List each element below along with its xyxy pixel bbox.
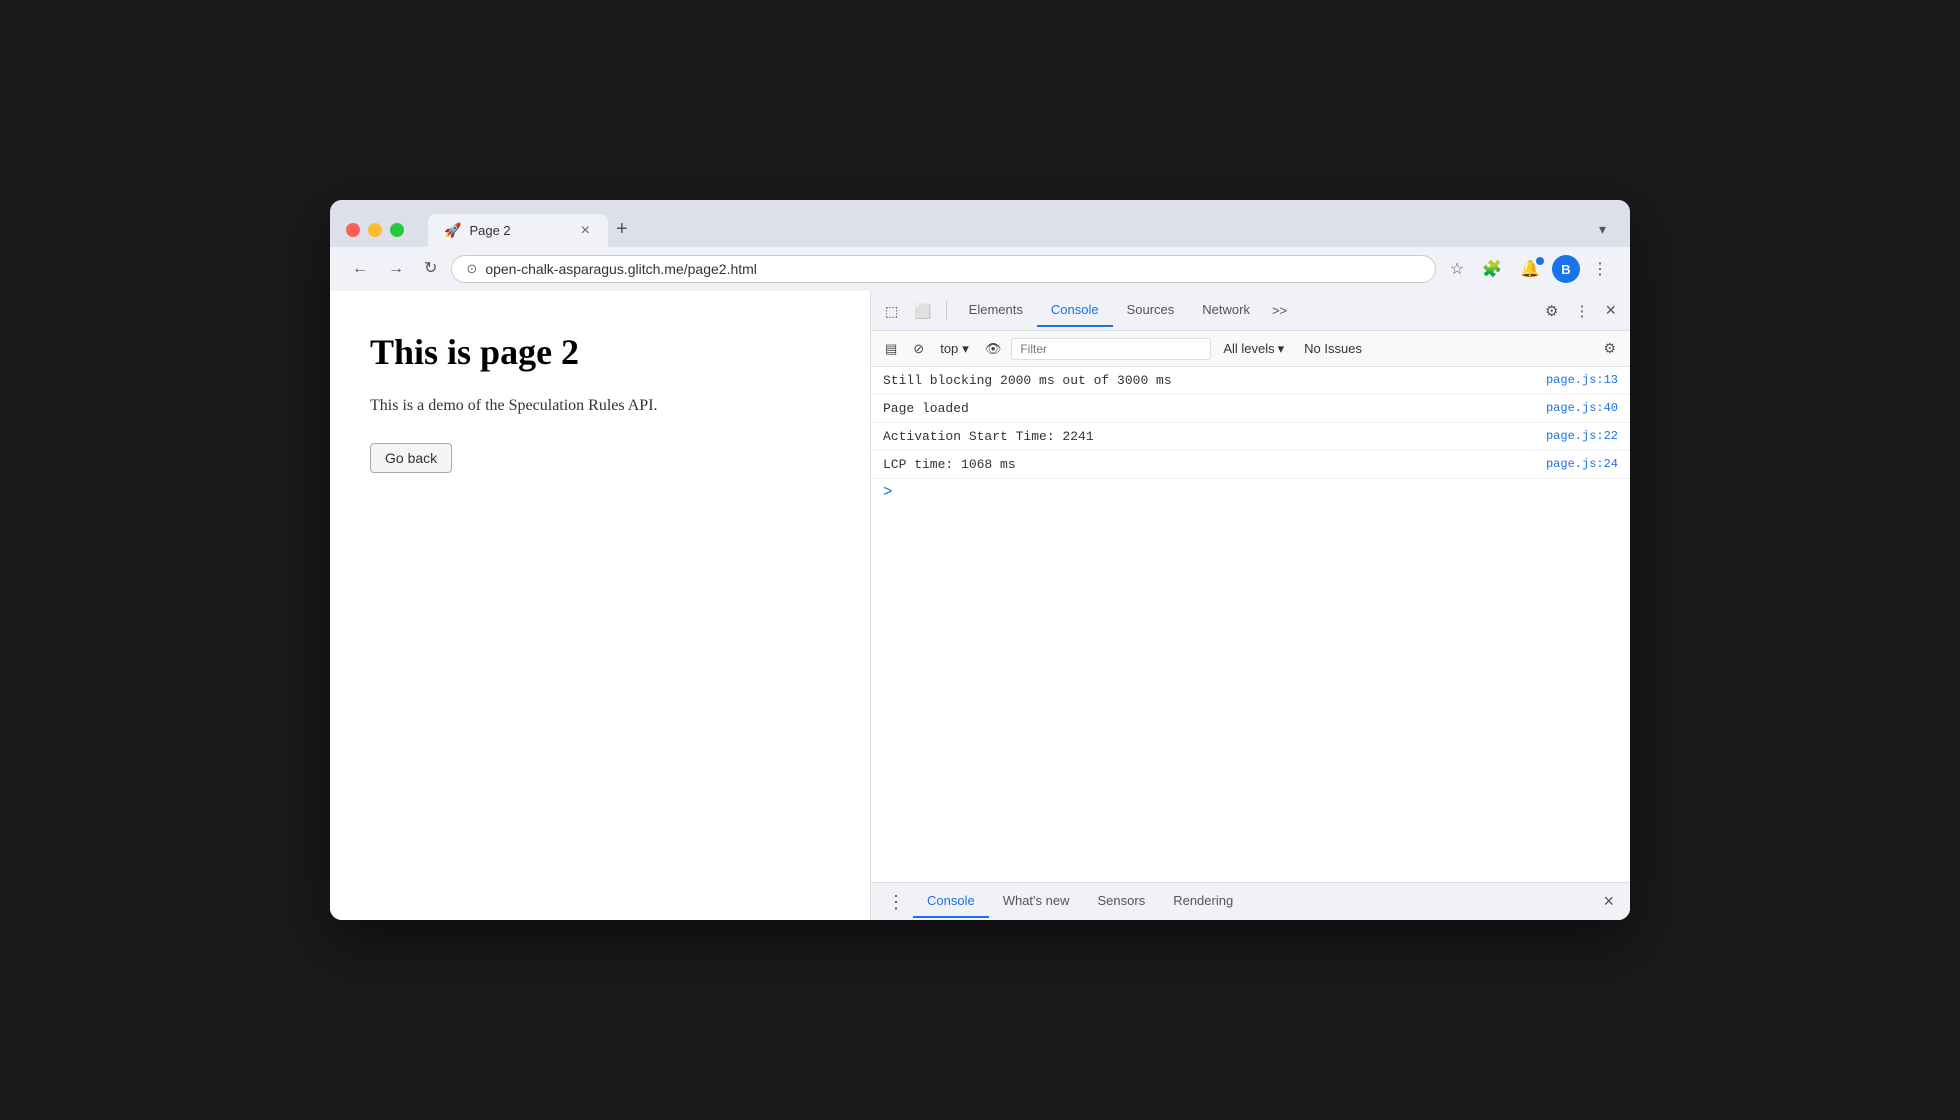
console-entry: LCP time: 1068 ms page.js:24 — [871, 451, 1630, 479]
back-button[interactable]: ← — [346, 257, 374, 281]
console-prompt[interactable]: > — [871, 479, 1630, 505]
bookmark-button[interactable]: ☆ — [1444, 255, 1470, 283]
context-arrow-icon: ▾ — [962, 341, 969, 357]
title-bar: 🚀 Page 2 × + ▾ — [330, 200, 1630, 247]
bottom-menu-button[interactable]: ⋮ — [879, 889, 913, 915]
tab-sources[interactable]: Sources — [1113, 294, 1189, 327]
new-tab-button[interactable]: + — [608, 212, 636, 247]
console-entry-link[interactable]: page.js:24 — [1546, 457, 1618, 471]
devtools-settings-button[interactable]: ⚙ — [1539, 298, 1564, 324]
bottom-tab-whats-new[interactable]: What's new — [989, 885, 1084, 918]
devtools-bottombar: ⋮ Console What's new Sensors Rendering × — [871, 882, 1630, 920]
go-back-button[interactable]: Go back — [370, 443, 452, 473]
address-bar[interactable]: ⊙ — [451, 255, 1435, 283]
minimize-button[interactable] — [368, 223, 382, 237]
device-toggle-button[interactable]: ⬜ — [908, 300, 937, 322]
chrome-menu-button[interactable]: ⋮ — [1586, 255, 1614, 283]
tab-close-button[interactable]: × — [579, 223, 592, 239]
devtools-notification-button[interactable]: 🔔 — [1514, 255, 1546, 283]
active-tab[interactable]: 🚀 Page 2 × — [428, 214, 608, 247]
sidebar-toggle-button[interactable]: ▤ — [879, 339, 903, 358]
devtools-tabs: Elements Console Sources Network >> — [955, 294, 1535, 327]
extension-button[interactable]: 🧩 — [1476, 255, 1508, 283]
devtools-icon: 🔔 — [1520, 261, 1540, 278]
log-levels-button[interactable]: All levels ▾ — [1215, 338, 1292, 360]
address-input[interactable] — [485, 261, 1421, 277]
tab-dropdown-button[interactable]: ▾ — [1591, 215, 1614, 244]
console-entry-link[interactable]: page.js:13 — [1546, 373, 1618, 387]
log-levels-arrow-icon: ▾ — [1278, 341, 1285, 357]
inspect-element-button[interactable]: ⬚ — [879, 300, 904, 322]
context-selector[interactable]: top ▾ — [934, 338, 975, 360]
console-settings-button[interactable]: ⚙ — [1597, 337, 1622, 360]
forward-button[interactable]: → — [382, 257, 410, 281]
window-controls — [346, 223, 404, 237]
main-area: This is page 2 This is a demo of the Spe… — [330, 291, 1630, 920]
no-issues-label: No Issues — [1296, 338, 1370, 359]
eye-button[interactable]: 👁 — [979, 339, 1008, 358]
console-entry-text: Activation Start Time: 2241 — [883, 429, 1534, 444]
console-output: Still blocking 2000 ms out of 3000 ms pa… — [871, 367, 1630, 882]
address-security-icon: ⊙ — [466, 261, 477, 277]
context-label: top — [940, 341, 958, 356]
tab-favicon-icon: 🚀 — [444, 222, 461, 239]
devtools-panel: ⬚ ⬜ Elements Console Sources Network >> … — [870, 291, 1630, 920]
page-content: This is page 2 This is a demo of the Spe… — [330, 291, 870, 920]
tab-network[interactable]: Network — [1188, 294, 1264, 327]
bottom-close-button[interactable]: × — [1595, 887, 1622, 916]
log-levels-label: All levels — [1223, 341, 1274, 356]
tab-console[interactable]: Console — [1037, 294, 1113, 327]
console-entry-text: Still blocking 2000 ms out of 3000 ms — [883, 373, 1534, 388]
console-entry: Activation Start Time: 2241 page.js:22 — [871, 423, 1630, 451]
page-description: This is a demo of the Speculation Rules … — [370, 397, 830, 415]
profile-button[interactable]: B — [1552, 255, 1580, 283]
devtools-topbar: ⬚ ⬜ Elements Console Sources Network >> … — [871, 291, 1630, 331]
maximize-button[interactable] — [390, 223, 404, 237]
bottom-tab-console[interactable]: Console — [913, 885, 989, 918]
bottom-tab-rendering[interactable]: Rendering — [1159, 885, 1247, 918]
tab-title: Page 2 — [469, 223, 570, 238]
device-icon: ⬜ — [914, 303, 931, 319]
console-entry: Still blocking 2000 ms out of 3000 ms pa… — [871, 367, 1630, 395]
console-entry: Page loaded page.js:40 — [871, 395, 1630, 423]
devtools-more-button[interactable]: ⋮ — [1568, 298, 1595, 324]
close-button[interactable] — [346, 223, 360, 237]
console-toolbar: ▤ ⊘ top ▾ 👁 All levels ▾ No Issues ⚙ — [871, 331, 1630, 367]
tab-bar: 🚀 Page 2 × + — [428, 212, 1579, 247]
devtools-close-button[interactable]: × — [1599, 296, 1622, 325]
clear-console-button[interactable]: ⊘ — [907, 339, 930, 358]
nav-actions: ☆ 🧩 🔔 B ⋮ — [1444, 255, 1614, 283]
inspect-icon: ⬚ — [885, 303, 898, 319]
bottom-tab-sensors[interactable]: Sensors — [1084, 885, 1160, 918]
toolbar-separator — [946, 301, 947, 321]
console-entry-link[interactable]: page.js:22 — [1546, 429, 1618, 443]
tab-elements[interactable]: Elements — [955, 294, 1037, 327]
more-tabs-button[interactable]: >> — [1264, 299, 1295, 322]
nav-bar: ← → ↻ ⊙ ☆ 🧩 🔔 B ⋮ — [330, 247, 1630, 291]
console-entry-link[interactable]: page.js:40 — [1546, 401, 1618, 415]
filter-input[interactable] — [1011, 338, 1211, 360]
page-heading: This is page 2 — [370, 331, 830, 373]
browser-window: 🚀 Page 2 × + ▾ ← → ↻ ⊙ ☆ 🧩 🔔 B ⋮ — [330, 200, 1630, 920]
console-entry-text: Page loaded — [883, 401, 1534, 416]
reload-button[interactable]: ↻ — [418, 257, 443, 281]
extension-icon: 🧩 — [1482, 261, 1502, 278]
console-entry-text: LCP time: 1068 ms — [883, 457, 1534, 472]
